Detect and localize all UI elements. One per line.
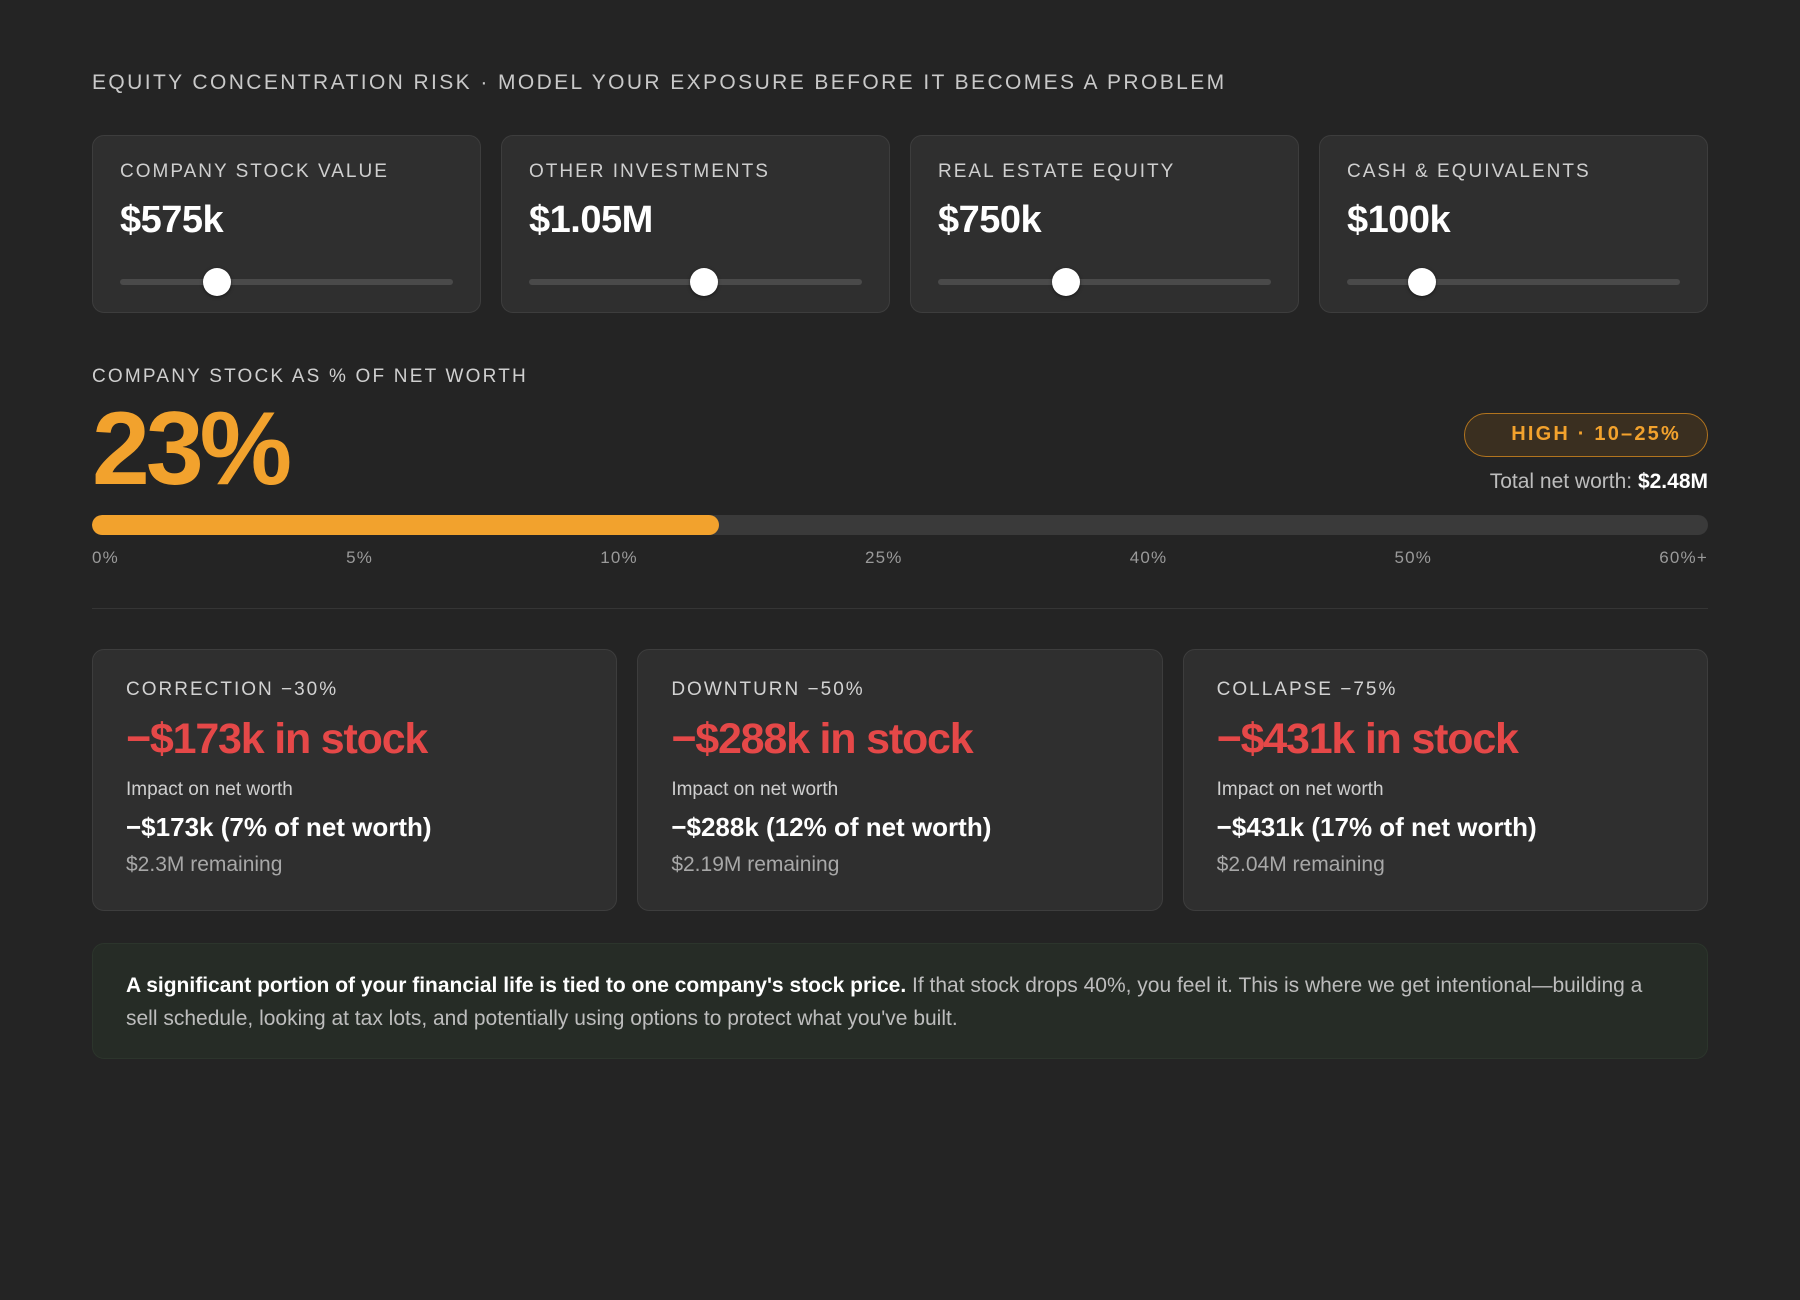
input-label: OTHER INVESTMENTS [529,161,770,182]
scenario-label: COLLAPSE −75% [1216,679,1398,700]
scenario-cards: CORRECTION −30% −$173k in stock Impact o… [92,649,1708,911]
input-label: CASH & EQUIVALENTS [1347,161,1591,182]
input-value: $1.05M [529,199,653,241]
advice-note: A significant portion of your financial … [92,943,1708,1059]
scenario-remaining: $2.3M remaining [126,853,283,876]
scale-tick: 0% [92,548,119,567]
scale-tick: 25% [864,548,903,567]
concentration-bar [92,515,1708,535]
scenario-impact: −$173k (7% of net worth) [126,812,432,842]
slider-thumb[interactable] [689,268,718,296]
concentration-label: COMPANY STOCK AS % OF NET WORTH [92,366,528,387]
scenario-impact: −$431k (17% of net worth) [1216,812,1537,842]
scenario-impact-label: Impact on net worth [1216,779,1384,800]
section-divider [92,608,1708,609]
scenario-stock-loss: −$431k in stock [1216,715,1519,763]
risk-summary: HIGH · 10–25% Total net worth: $2.48M [1464,413,1708,495]
input-card-company-stock: COMPANY STOCK VALUE $575k [92,135,481,313]
scenario-impact-label: Impact on net worth [671,779,839,800]
scenario-remaining: $2.04M remaining [1216,853,1385,876]
scenario-impact: −$288k (12% of net worth) [671,812,992,842]
cash-slider[interactable] [1347,268,1680,296]
scenario-remaining: $2.19M remaining [671,853,840,876]
net-worth-label: Total net worth: [1489,470,1633,493]
scale-tick: 60%+ [1659,548,1708,567]
other-investments-slider[interactable] [529,268,862,296]
input-value: $575k [120,199,224,241]
scenario-label: CORRECTION −30% [126,679,339,700]
scale-tick: 40% [1129,548,1168,567]
scenario-card-correction: CORRECTION −30% −$173k in stock Impact o… [92,649,618,911]
input-value: $100k [1347,199,1451,241]
real-estate-slider[interactable] [938,268,1271,296]
scenario-label: DOWNTURN −50% [671,679,865,700]
scale-tick: 10% [600,548,638,567]
equity-risk-panel: EQUITY CONCENTRATION RISK · MODEL YOUR E… [92,70,1708,1059]
slider-thumb[interactable] [1052,268,1081,296]
input-card-real-estate: REAL ESTATE EQUITY $750k [910,135,1299,313]
concentration-section: COMPANY STOCK AS % OF NET WORTH 23% HIGH… [92,365,1708,569]
page-eyebrow: EQUITY CONCENTRATION RISK · MODEL YOUR E… [92,71,1227,94]
scenario-card-collapse: COLLAPSE −75% −$431k in stock Impact on … [1182,649,1708,911]
net-worth-value: $2.48M [1637,470,1708,493]
input-card-other-investments: OTHER INVESTMENTS $1.05M [501,135,890,313]
input-label: REAL ESTATE EQUITY [938,161,1176,182]
scenario-card-downturn: DOWNTURN −50% −$288k in stock Impact on … [637,649,1163,911]
advice-note-lead: A significant portion of your financial … [126,974,907,997]
slider-thumb[interactable] [1407,268,1436,296]
concentration-scale: 0% 5% 10% 25% 40% 50% 60%+ [92,547,1708,569]
scenario-stock-loss: −$288k in stock [671,715,973,763]
net-worth-total: Total net worth: $2.48M [1464,469,1708,495]
concentration-bar-fill [92,515,719,535]
scenario-impact-label: Impact on net worth [126,779,293,800]
input-label: COMPANY STOCK VALUE [120,161,389,182]
input-value: $750k [938,199,1042,241]
input-card-cash: CASH & EQUIVALENTS $100k [1319,135,1708,313]
slider-thumb[interactable] [202,268,231,296]
scale-tick: 50% [1394,548,1433,567]
risk-badge: HIGH · 10–25% [1464,413,1708,457]
scenario-stock-loss: −$173k in stock [126,715,428,763]
scale-tick: 5% [346,548,374,567]
input-cards: COMPANY STOCK VALUE $575k OTHER INVESTME… [92,135,1708,313]
company-stock-slider[interactable] [120,268,453,296]
